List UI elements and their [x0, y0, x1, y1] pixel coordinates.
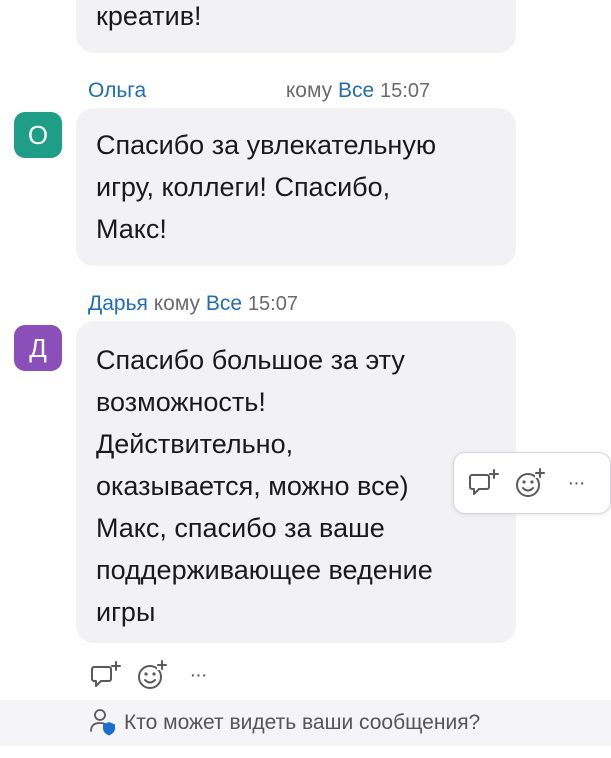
message-time: 15:07 — [247, 293, 298, 315]
reply-in-thread-icon[interactable] — [466, 465, 502, 501]
person-shield-icon — [88, 706, 118, 741]
recipient-prefix: кому — [153, 292, 201, 315]
privacy-notice-text: Кто может видеть ваши сообщения? — [124, 711, 481, 734]
message-header: Дарья кому Все 15:07 — [88, 291, 298, 317]
privacy-notice[interactable]: Кто может видеть ваши сообщения? — [0, 700, 611, 746]
message-actions-row: ··· — [88, 657, 216, 693]
reply-in-thread-icon[interactable] — [88, 657, 124, 693]
message-bubble: Спасибо большое за эту возможность! Дейс… — [76, 321, 516, 643]
message-header: Ольга кому Все 15:07 — [88, 78, 430, 104]
avatar-letter: Д — [29, 332, 47, 363]
message-text: Спасибо за увлекательную игру, коллеги! … — [96, 130, 437, 244]
avatar-letter: О — [27, 119, 49, 150]
avatar[interactable]: О — [14, 112, 62, 158]
message-bubble: креатив! — [76, 0, 516, 53]
recipient-prefix: кому — [285, 79, 333, 102]
more-options-label: ··· — [567, 471, 586, 494]
message-bubble: Спасибо за увлекательную игру, коллеги! … — [76, 108, 516, 266]
message-time: 15:07 — [380, 80, 431, 102]
message-hover-toolbar: ··· — [453, 452, 611, 514]
more-options-icon[interactable]: ··· — [180, 657, 216, 693]
recipient-name[interactable]: Все — [206, 292, 242, 315]
add-reaction-icon[interactable] — [512, 465, 548, 501]
sender-name[interactable]: Дарья — [88, 292, 148, 315]
recipient-name[interactable]: Все — [338, 79, 374, 102]
more-options-icon[interactable]: ··· — [558, 465, 594, 501]
message-text: Спасибо большое за эту возможность! Дейс… — [96, 345, 433, 627]
message-text: креатив! — [96, 1, 202, 31]
more-options-label: ··· — [189, 663, 208, 686]
add-reaction-icon[interactable] — [134, 657, 170, 693]
sender-name[interactable]: Ольга — [88, 79, 146, 102]
avatar[interactable]: Д — [14, 325, 62, 371]
